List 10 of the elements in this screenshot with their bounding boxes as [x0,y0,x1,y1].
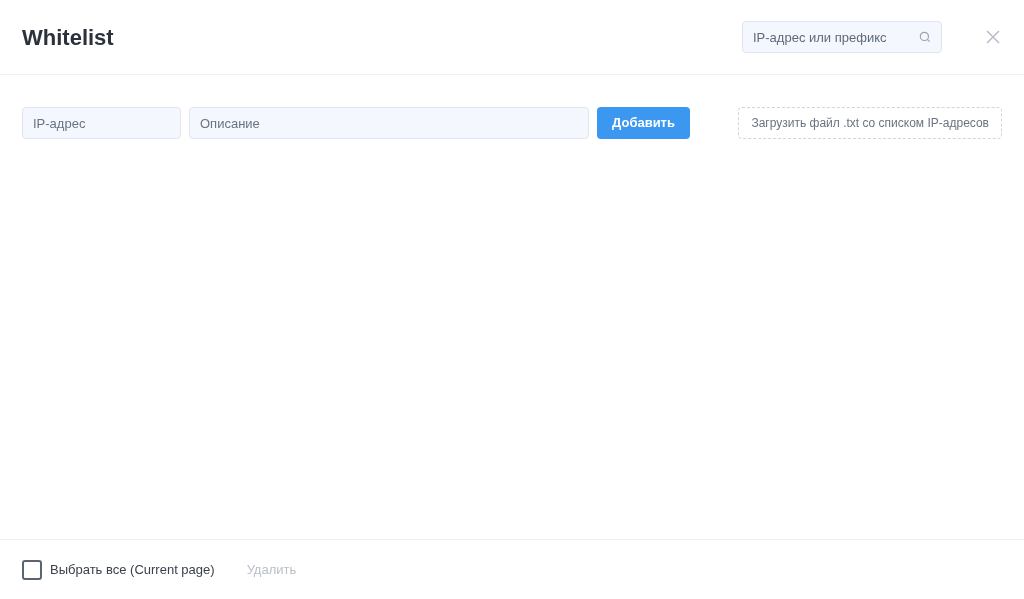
description-field[interactable]: Описание [189,107,589,139]
upload-file-button[interactable]: Загрузить файл .txt со списком IP-адресов [738,107,1002,139]
ip-address-field[interactable]: IP-адрес [22,107,181,139]
add-button[interactable]: Добавить [597,107,690,139]
select-all-label: Выбрать все (Current page) [50,560,215,579]
close-icon [985,29,1001,45]
search-icon [918,30,932,44]
select-all-checkbox[interactable] [22,559,42,580]
window-title: Whitelist [22,23,114,52]
search-field[interactable]: IP-адрес или префикс [742,21,942,53]
